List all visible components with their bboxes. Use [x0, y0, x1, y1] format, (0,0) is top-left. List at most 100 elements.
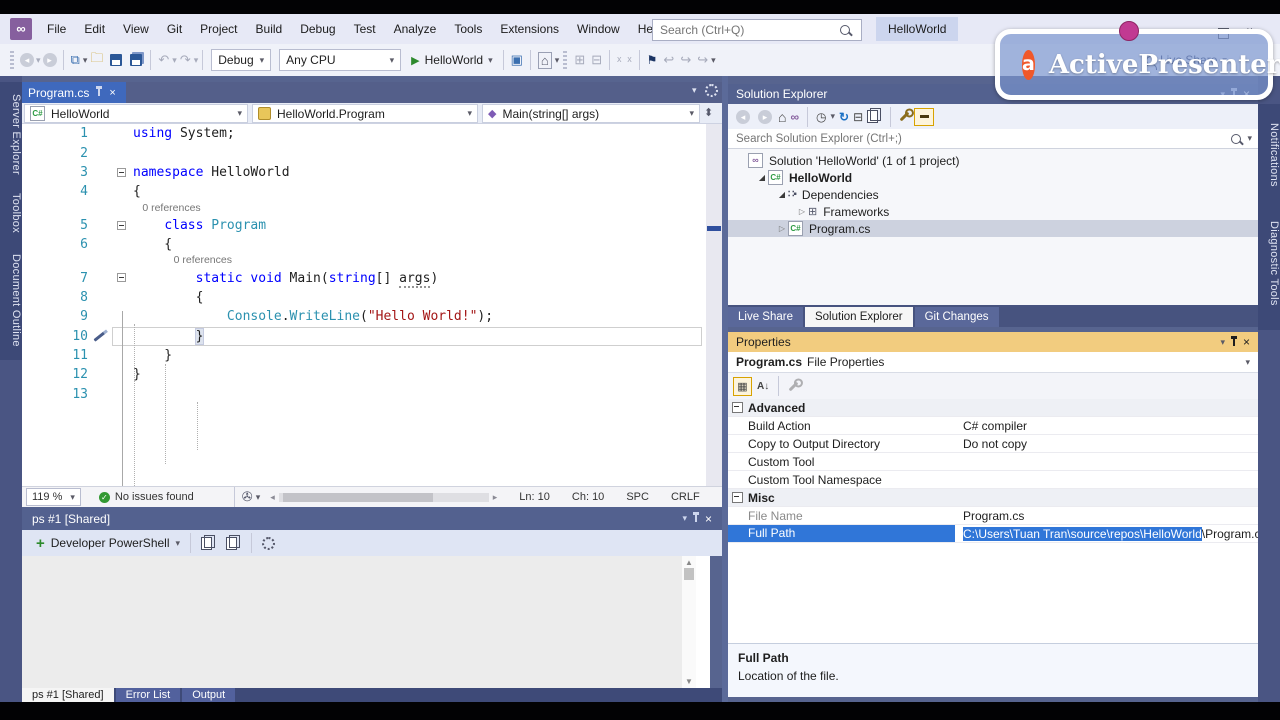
chevron-down-icon[interactable]: ▾ [176, 538, 181, 549]
switch-views-icon[interactable]: ∞ [790, 110, 799, 124]
code-line-4[interactable]: 4{ [22, 182, 706, 201]
scroll-right-icon[interactable]: ▸ [493, 492, 498, 503]
property-row-custom-tool-namespace[interactable]: Custom Tool Namespace [728, 471, 1258, 489]
property-category-misc[interactable]: Misc [728, 489, 1258, 507]
code-line-2[interactable]: 2 [22, 143, 706, 162]
property-row-full-path[interactable]: Full Path C:\Users\Tuan Tran\source\repos… [728, 525, 1258, 543]
bookmark-icon[interactable]: ⚑ [647, 53, 658, 67]
chevron-down-icon[interactable]: ▾ [1220, 337, 1225, 348]
editor-vertical-scrollbar[interactable] [706, 124, 722, 486]
code-line-1[interactable]: 1 using System; [22, 124, 706, 143]
new-terminal-icon[interactable]: + [36, 535, 45, 552]
property-category-advanced[interactable]: Advanced [728, 399, 1258, 417]
zoom-level-dropdown[interactable]: 119 % ▾ [26, 488, 81, 506]
forward-icon[interactable]: ▸ [758, 109, 772, 124]
line-ending-indicator[interactable]: CRLF [671, 491, 700, 503]
solution-search-box[interactable]: ▾ [728, 129, 1258, 149]
close-icon[interactable]: × [109, 87, 115, 99]
property-value[interactable]: C:\Users\Tuan Tran\source\repos\HelloWor… [955, 526, 1258, 541]
terminal-settings-gear-icon[interactable] [262, 536, 276, 550]
property-row-custom-tool[interactable]: Custom Tool [728, 453, 1258, 471]
menu-debug[interactable]: Debug [291, 14, 344, 44]
outlining-margin[interactable] [96, 268, 133, 287]
code-line-8[interactable]: 8 { [22, 288, 706, 307]
tree-item-helloworld[interactable]: ◢ C# HelloWorld [728, 169, 1258, 186]
chevron-down-icon[interactable]: ▾ [1247, 133, 1252, 144]
terminal-scroll-thumb[interactable] [684, 568, 694, 580]
scroll-up-icon[interactable]: ▲ [685, 558, 693, 567]
save-all-icon[interactable] [130, 54, 143, 66]
expanded-arrow-icon[interactable]: ◢ [756, 173, 768, 182]
project-dropdown[interactable]: C# HelloWorld ▾ [24, 104, 248, 123]
close-icon[interactable]: × [1243, 335, 1250, 349]
collapse-region-icon[interactable] [117, 273, 126, 283]
menu-project[interactable]: Project [191, 14, 246, 44]
code-line-7[interactable]: 7 static void Main(string[] args) [22, 268, 706, 288]
code-line-10[interactable]: 10 } [22, 326, 706, 346]
chevron-down-icon[interactable]: ▾ [555, 55, 560, 66]
collapse-category-icon[interactable] [732, 492, 743, 503]
code-line-3[interactable]: 3 namespace HelloWorld [22, 163, 706, 182]
member-dropdown[interactable]: ◆ Main(string[] args) ▾ [482, 104, 700, 123]
solution-explorer-home-icon[interactable]: ⌂ [537, 51, 552, 69]
menu-tools[interactable]: Tools [445, 14, 491, 44]
tab-program-cs[interactable]: Program.cs × [22, 82, 126, 103]
scroll-left-icon[interactable]: ◂ [270, 492, 275, 503]
strip-document-outline[interactable]: Document Outline [0, 240, 22, 360]
home-icon[interactable]: ⌂ [778, 109, 786, 125]
strip-toolbox[interactable]: Toolbox [0, 176, 22, 250]
new-project-icon[interactable]: ⧉ [71, 52, 80, 68]
code-line-6[interactable]: 6 { [22, 235, 706, 254]
code-cleanup-icon[interactable]: ✇︎ [242, 489, 253, 505]
menu-test[interactable]: Test [345, 14, 385, 44]
tree-item-frameworks[interactable]: ▷ ⊞ Frameworks [728, 203, 1258, 220]
menu-analyze[interactable]: Analyze [385, 14, 446, 44]
property-row-copy-to-output-directory[interactable]: Copy to Output Directory Do not copy [728, 435, 1258, 453]
strip-server-explorer[interactable]: Server Explorer [0, 82, 22, 186]
chevron-down-icon[interactable]: ▾ [831, 111, 836, 122]
property-value[interactable]: Do not copy [955, 437, 1258, 451]
codelens-references-link[interactable]: 0 references [22, 254, 706, 268]
navigate-forward-icon[interactable]: ▸ [42, 53, 57, 67]
categorized-view-icon[interactable]: ▦ [733, 376, 752, 396]
track-active-item-toggle[interactable] [914, 107, 935, 126]
chevron-down-icon[interactable]: ▾ [711, 55, 716, 66]
outlining-margin[interactable] [96, 163, 133, 182]
menu-build[interactable]: Build [247, 14, 292, 44]
menu-window[interactable]: Window [568, 14, 629, 44]
property-value[interactable]: Program.cs [955, 509, 1258, 523]
pin-icon[interactable] [692, 512, 699, 522]
menu-git[interactable]: Git [158, 14, 191, 44]
outlining-margin[interactable] [96, 216, 133, 235]
back-icon[interactable]: ◂ [736, 109, 750, 124]
solution-configuration-dropdown[interactable]: Debug ▾ [211, 49, 272, 71]
type-dropdown[interactable]: HelloWorld.Program ▾ [252, 104, 478, 123]
pin-icon[interactable] [1230, 335, 1237, 346]
open-folder-icon[interactable]: 🗀︎ [90, 49, 103, 71]
preview-selected-icon[interactable] [867, 108, 882, 123]
alphabetical-sort-icon[interactable]: A↓ [757, 381, 769, 392]
properties-wrench-icon[interactable] [899, 111, 910, 122]
menu-extensions[interactable]: Extensions [491, 14, 568, 44]
search-input[interactable] [658, 20, 840, 40]
user-avatar[interactable] [1119, 21, 1139, 41]
collapsed-arrow-icon[interactable]: ▷ [776, 224, 788, 233]
collapse-region-icon[interactable] [117, 220, 126, 230]
split-editor-icon[interactable]: ⬍ [704, 106, 713, 119]
solution-platform-dropdown[interactable]: Any CPU ▾ [279, 49, 402, 71]
account-project-label[interactable]: HelloWorld [876, 17, 959, 41]
strip-notifications[interactable]: Notifications [1258, 104, 1280, 206]
property-value[interactable]: C# compiler [955, 419, 1258, 433]
save-icon[interactable] [110, 54, 123, 66]
code-line-12[interactable]: 12} [22, 365, 706, 384]
start-debugging-button[interactable]: ▶ HelloWorld ▾ [411, 53, 492, 67]
refresh-icon[interactable]: ↻ [839, 110, 849, 124]
paste-icon[interactable] [226, 534, 241, 550]
collapse-all-icon[interactable]: ⊟ [853, 110, 863, 124]
terminal-output-area[interactable] [22, 556, 696, 688]
tab-list-chevron-icon[interactable]: ▾ [692, 85, 697, 96]
spaces-indicator[interactable]: SPC [626, 491, 649, 503]
editor-horizontal-scrollbar[interactable] [278, 492, 489, 502]
properties-object-selector[interactable]: Program.cs File Properties ▾ [728, 352, 1258, 373]
redo-icon[interactable]: ↷ [180, 52, 191, 68]
